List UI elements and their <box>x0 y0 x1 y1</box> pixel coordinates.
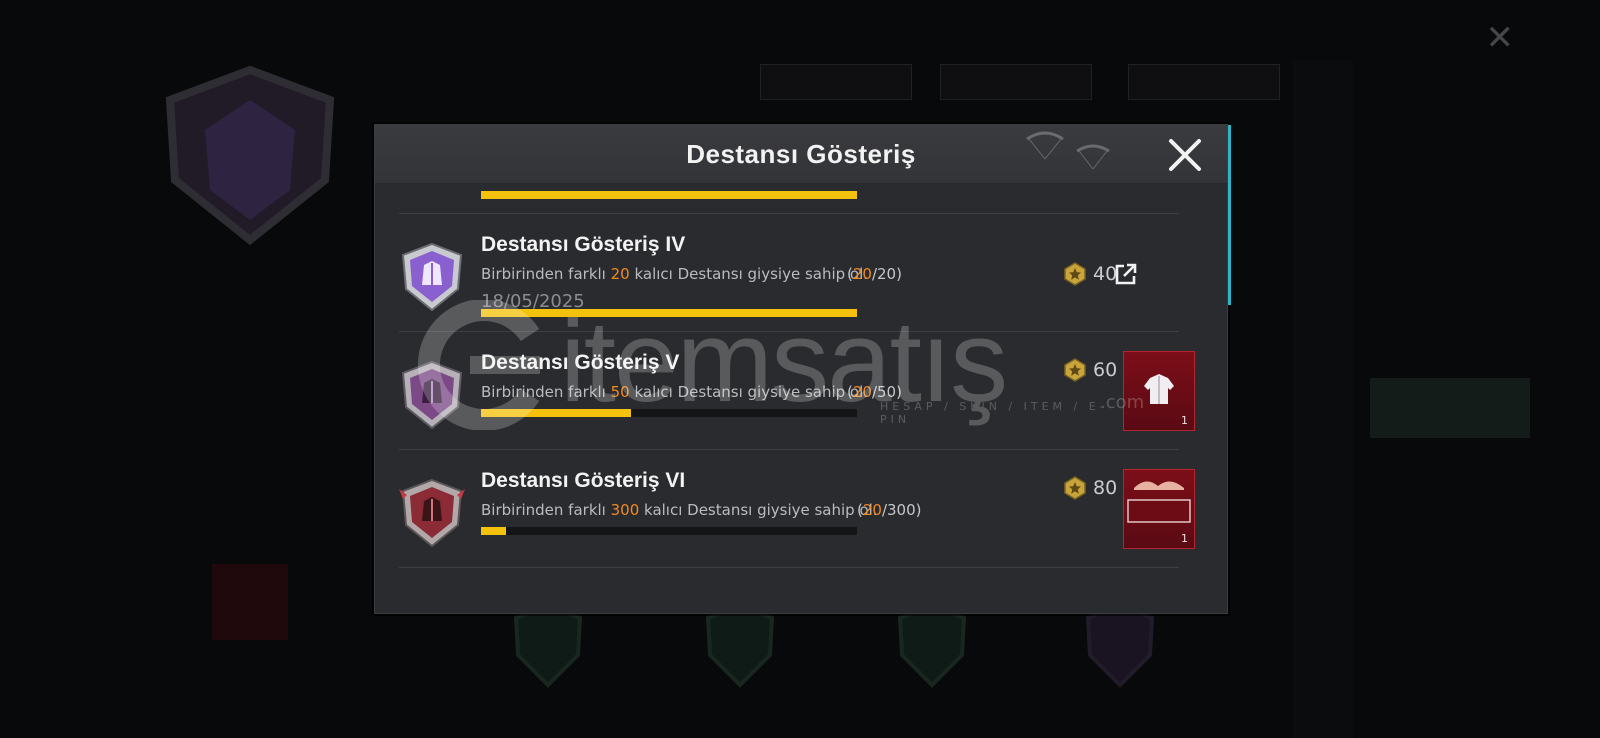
description-count: 300 <box>610 501 640 519</box>
achievement-progress-text: (20/20) <box>847 265 902 283</box>
row-divider <box>399 567 1179 568</box>
progress-total: /20) <box>871 265 902 283</box>
reward-quantity: 1 <box>1181 532 1188 545</box>
progress-fill <box>481 309 857 317</box>
achievement-description: Birbirinden farklı 50 kalıcı Destansı gi… <box>481 383 868 401</box>
achievement-point-icon <box>1064 476 1086 500</box>
achievement-name: Destansı Gösteriş V <box>481 351 680 374</box>
close-icon[interactable] <box>1163 133 1207 177</box>
progress-total: /50) <box>871 383 902 401</box>
previous-progress-bar <box>481 191 857 199</box>
reward-item[interactable]: 1 <box>1123 351 1195 431</box>
progress-bar <box>481 527 857 535</box>
achievement-emblem-icon <box>401 360 463 430</box>
achievement-list[interactable]: Destansı Gösteriş IV Birbirinden farklı … <box>375 183 1227 613</box>
progress-total: /300) <box>881 501 922 519</box>
reward-quantity: 1 <box>1181 414 1188 427</box>
achievement-emblem-icon <box>401 242 463 312</box>
progress-current: 20 <box>852 265 872 283</box>
achievement-description: Birbirinden farklı 300 kalıcı Destansı g… <box>481 501 878 519</box>
achievement-progress-text: (20/50) <box>847 383 902 401</box>
description-count: 20 <box>610 265 630 283</box>
modal-title: Destansı Gösteriş <box>686 139 916 169</box>
points-value: 60 <box>1093 359 1118 381</box>
achievement-progress-text: (20/300) <box>857 501 922 519</box>
progress-bar <box>481 309 857 317</box>
achievement-points: 40 <box>1063 261 1117 287</box>
modal-header: Destansı Gösteriş <box>375 125 1227 184</box>
achievement-point-icon <box>1064 262 1086 286</box>
description-text: Birbirinden farklı <box>481 383 611 401</box>
achievement-emblem-icon <box>399 478 465 548</box>
progress-bar <box>481 409 857 417</box>
description-text: kalıcı Destansı giysiye sahip ol. <box>629 383 869 401</box>
achievement-row: Destansı Gösteriş IV Birbirinden farklı … <box>375 213 1227 331</box>
modal-accent-stripe <box>1228 125 1231 305</box>
description-text: Birbirinden farklı <box>481 265 611 283</box>
achievement-row: Destansı Gösteriş V Birbirinden farklı 5… <box>375 331 1227 449</box>
points-value: 80 <box>1093 477 1118 499</box>
achievement-row: Destansı Gösteriş VI Birbirinden farklı … <box>375 449 1227 567</box>
achievement-point-icon <box>1064 358 1086 382</box>
achievement-description: Birbirinden farklı 20 kalıcı Destansı gi… <box>481 265 868 283</box>
achievement-modal: Destansı Gösteriş Destansı Gösteriş IV B… <box>374 124 1231 614</box>
progress-current: 20 <box>862 501 882 519</box>
description-text: kalıcı Destansı giysiye sahip ol. <box>639 501 878 519</box>
progress-fill <box>481 409 632 417</box>
share-external-icon[interactable] <box>1113 261 1139 287</box>
achievement-name: Destansı Gösteriş VI <box>481 469 686 492</box>
achievement-name: Destansı Gösteriş IV <box>481 233 686 256</box>
progress-current: 20 <box>852 383 872 401</box>
description-text: kalıcı Destansı giysiye sahip ol. <box>629 265 869 283</box>
description-count: 50 <box>610 383 630 401</box>
reward-item[interactable]: 1 <box>1123 469 1195 549</box>
description-text: Birbirinden farklı <box>481 501 611 519</box>
progress-fill <box>481 527 507 535</box>
achievement-points: 80 <box>1063 475 1117 501</box>
achievement-points: 60 <box>1063 357 1117 383</box>
